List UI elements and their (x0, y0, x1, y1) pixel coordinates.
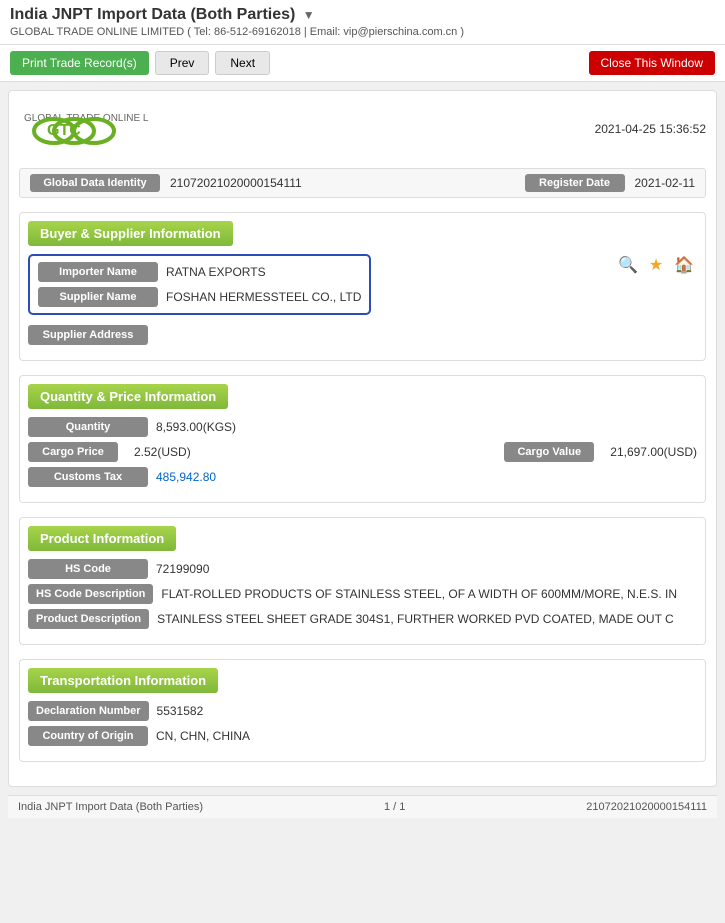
identity-value: 21072021020000154111 (170, 176, 515, 190)
product-info-section: Product Information HS Code 72199090 HS … (19, 517, 706, 645)
importer-label: Importer Name (38, 262, 158, 282)
importer-value: RATNA EXPORTS (166, 265, 361, 279)
supplier-address-row: Supplier Address (28, 325, 697, 345)
supplier-label: Supplier Name (38, 287, 158, 307)
supplier-address-label: Supplier Address (28, 325, 148, 345)
importer-row: Importer Name RATNA EXPORTS (38, 262, 361, 282)
footer-page-info: 1 / 1 (384, 801, 405, 813)
svg-text:GTC: GTC (47, 122, 81, 139)
quantity-price-body: Quantity 8,593.00(KGS) Cargo Price 2.52(… (20, 409, 705, 502)
quantity-value: 8,593.00(KGS) (156, 420, 697, 434)
toolbar: Print Trade Record(s) Prev Next Close Th… (0, 45, 725, 82)
buyer-supplier-section: Buyer & Supplier Information Importer Na… (19, 212, 706, 361)
declaration-label: Declaration Number (28, 701, 149, 721)
hs-code-value: 72199090 (156, 562, 697, 576)
logo-row: GLOBAL TRADE ONLINE LIMITED GTC 2021-04-… (19, 101, 706, 156)
product-info-header: Product Information (28, 526, 176, 551)
search-icon[interactable]: 🔍 (617, 254, 639, 276)
quantity-price-section: Quantity & Price Information Quantity 8,… (19, 375, 706, 503)
cargo-value-value: 21,697.00(USD) (610, 445, 697, 459)
hs-code-label: HS Code (28, 559, 148, 579)
quantity-label: Quantity (28, 417, 148, 437)
identity-label: Global Data Identity (30, 174, 160, 192)
page-title-arrow: ▼ (303, 8, 315, 22)
main-content: GLOBAL TRADE ONLINE LIMITED GTC 2021-04-… (8, 90, 717, 787)
global-data-row: Global Data Identity 2107202102000015411… (19, 168, 706, 198)
top-bar: India JNPT Import Data (Both Parties) ▼ … (0, 0, 725, 45)
cargo-price-label: Cargo Price (28, 442, 118, 462)
country-origin-row: Country of Origin CN, CHN, CHINA (28, 726, 697, 746)
country-origin-value: CN, CHN, CHINA (156, 729, 697, 743)
product-desc-row: Product Description STAINLESS STEEL SHEE… (28, 609, 697, 629)
cargo-value-label: Cargo Value (504, 442, 594, 462)
hs-desc-label: HS Code Description (28, 584, 153, 604)
register-label: Register Date (525, 174, 625, 192)
footer-bar: India JNPT Import Data (Both Parties) 1 … (8, 795, 717, 818)
product-info-body: HS Code 72199090 HS Code Description FLA… (20, 551, 705, 644)
print-button[interactable]: Print Trade Record(s) (10, 51, 149, 75)
quantity-price-header: Quantity & Price Information (28, 384, 228, 409)
product-desc-value: STAINLESS STEEL SHEET GRADE 304S1, FURTH… (157, 612, 697, 626)
customs-tax-row: Customs Tax 485,942.80 (28, 467, 697, 487)
page-title: India JNPT Import Data (Both Parties) (10, 6, 295, 24)
country-origin-label: Country of Origin (28, 726, 148, 746)
hs-code-row: HS Code 72199090 (28, 559, 697, 579)
transportation-body: Declaration Number 5531582 Country of Or… (20, 693, 705, 761)
supplier-row: Supplier Name FOSHAN HERMESSTEEL CO., LT… (38, 287, 361, 307)
hs-desc-row: HS Code Description FLAT-ROLLED PRODUCTS… (28, 584, 697, 604)
product-desc-label: Product Description (28, 609, 149, 629)
buyer-supplier-header: Buyer & Supplier Information (28, 221, 233, 246)
footer-record-id: 21072021020000154111 (586, 801, 707, 813)
footer-left-text: India JNPT Import Data (Both Parties) (18, 801, 203, 813)
prev-button[interactable]: Prev (155, 51, 210, 75)
hs-desc-value: FLAT-ROLLED PRODUCTS OF STAINLESS STEEL,… (161, 587, 697, 601)
buyer-supplier-body: Importer Name RATNA EXPORTS Supplier Nam… (20, 246, 705, 360)
cargo-price-row: Cargo Price 2.52(USD) Cargo Value 21,697… (28, 442, 697, 462)
quantity-row: Quantity 8,593.00(KGS) (28, 417, 697, 437)
transportation-section: Transportation Information Declaration N… (19, 659, 706, 762)
highlighted-names-box: Importer Name RATNA EXPORTS Supplier Nam… (28, 254, 371, 315)
cargo-price-value: 2.52(USD) (134, 445, 496, 459)
register-value: 2021-02-11 (635, 176, 696, 190)
timestamp: 2021-04-25 15:36:52 (595, 122, 706, 136)
supplier-actions: 🔍 ★ 🏠 (617, 254, 695, 276)
close-button[interactable]: Close This Window (589, 51, 715, 75)
supplier-value: FOSHAN HERMESSTEEL CO., LTD (166, 290, 361, 304)
customs-tax-label: Customs Tax (28, 467, 148, 487)
next-button[interactable]: Next (215, 51, 270, 75)
company-logo: GLOBAL TRADE ONLINE LIMITED GTC (19, 101, 149, 156)
star-icon[interactable]: ★ (645, 254, 667, 276)
declaration-row: Declaration Number 5531582 (28, 701, 697, 721)
transportation-header: Transportation Information (28, 668, 218, 693)
home-icon[interactable]: 🏠 (673, 254, 695, 276)
customs-tax-value: 485,942.80 (156, 470, 697, 484)
declaration-value: 5531582 (157, 704, 697, 718)
company-info: GLOBAL TRADE ONLINE LIMITED ( Tel: 86-51… (10, 26, 715, 38)
logo-area: GLOBAL TRADE ONLINE LIMITED GTC (19, 101, 149, 156)
